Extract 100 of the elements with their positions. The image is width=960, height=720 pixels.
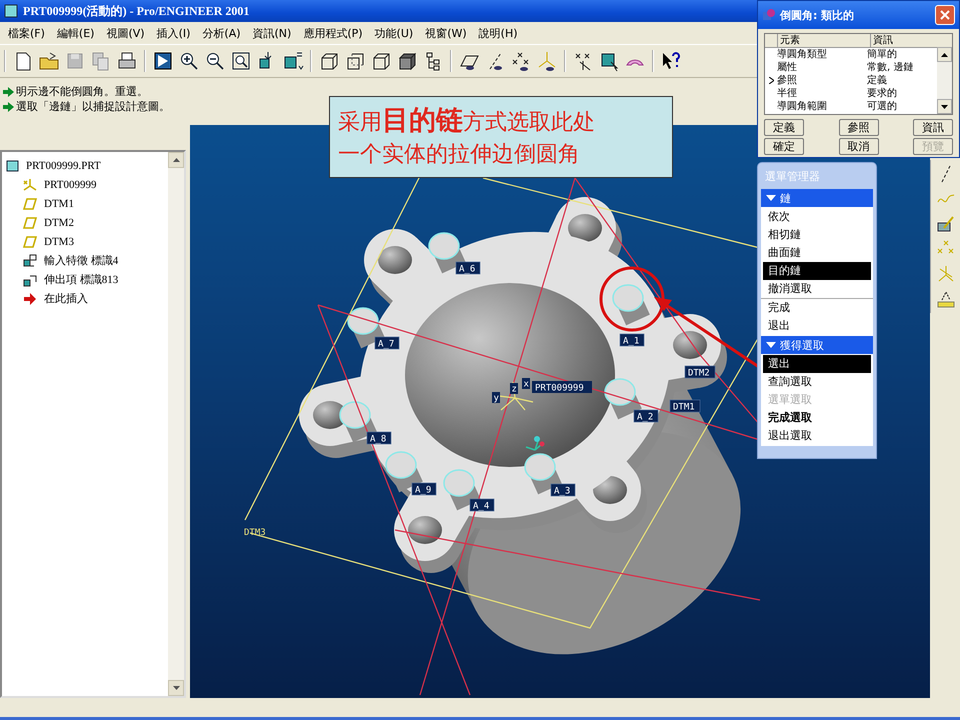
app-icon xyxy=(4,4,18,18)
scrollbar[interactable] xyxy=(937,34,952,114)
saved-views-icon[interactable] xyxy=(282,50,304,72)
tree-item[interactable]: 在此插入 xyxy=(44,291,88,306)
dialog-button[interactable]: 取消 xyxy=(838,138,878,155)
boss-drawing xyxy=(612,284,650,326)
section-title: 鏈 xyxy=(780,190,791,206)
zoom-in-icon[interactable] xyxy=(178,50,200,72)
arrow-icon xyxy=(3,102,14,112)
datum-label: DTM3 xyxy=(244,528,266,538)
message-text: 明示邊不能倒圓角。重選。 xyxy=(16,84,148,99)
menu-item[interactable]: 功能(U) xyxy=(368,26,420,40)
tree-item[interactable]: DTM2 xyxy=(44,216,74,228)
menu-option[interactable]: 撤消選取 xyxy=(763,280,871,298)
scrollbar[interactable] xyxy=(168,152,184,696)
section-header[interactable]: 獲得選取 xyxy=(761,336,873,354)
element-info: 定義 xyxy=(867,74,888,87)
datum-plane-icon xyxy=(22,214,38,230)
scroll-up-icon xyxy=(172,158,180,162)
menu-item[interactable]: 說明(H) xyxy=(472,26,524,40)
menu-option[interactable]: 查詢選取 xyxy=(763,373,871,391)
datum-plane-icon xyxy=(22,196,38,212)
menu-option[interactable]: 目的鏈 xyxy=(763,262,871,280)
menu-item[interactable]: 應用程式(P) xyxy=(297,26,369,40)
axis-label: A_2 xyxy=(634,410,658,422)
datum-plane-icon xyxy=(22,234,38,250)
axis-label: DTM1 xyxy=(670,400,700,412)
current-marker-icon xyxy=(768,77,774,84)
collapse-icon xyxy=(766,195,776,201)
dialog-button[interactable]: 資訊 xyxy=(913,119,953,136)
menu-option[interactable]: 完成選取 xyxy=(763,409,871,427)
zoom-fit-icon[interactable] xyxy=(230,50,252,72)
menu-item[interactable]: 視圖(V) xyxy=(100,26,151,40)
window-title: PRT009999(活動的) - Pro/ENGINEER 2001 xyxy=(23,2,250,20)
arrow-icon xyxy=(3,86,14,96)
import-feature-icon xyxy=(22,252,38,268)
element-name[interactable]: 導圓角類型 xyxy=(777,48,867,61)
help-icon[interactable] xyxy=(660,50,682,72)
menu-option[interactable]: 依次 xyxy=(763,208,871,226)
menu-option[interactable]: 選出 xyxy=(763,355,871,373)
tree-item[interactable]: 輸入特徵 標識4 xyxy=(44,253,118,268)
tree-item[interactable]: PRT009999.PRT xyxy=(26,160,101,172)
section-title: 獲得選取 xyxy=(780,338,824,352)
axis-label: DTM2 xyxy=(684,366,716,378)
close-button[interactable] xyxy=(935,5,955,25)
menu-item[interactable]: 編輯(E) xyxy=(50,26,100,40)
menu-option[interactable]: 完成 xyxy=(763,299,871,317)
element-name[interactable]: 屬性 xyxy=(777,61,867,74)
axis-letter: z xyxy=(510,383,518,394)
menu-option[interactable]: 曲面鏈 xyxy=(763,244,871,262)
folder-icon[interactable] xyxy=(38,50,60,72)
part-icon xyxy=(6,158,20,172)
dialog-button[interactable]: 確定 xyxy=(764,138,804,155)
panel-title: 選單管理器 xyxy=(764,169,821,185)
menu-item[interactable]: 分析(A) xyxy=(196,26,247,40)
dialog-button[interactable]: 參照 xyxy=(838,119,878,136)
section-header[interactable]: 鏈 xyxy=(761,189,873,207)
message-text: 選取「邊鏈」以捕捉設計意圖。 xyxy=(16,99,170,114)
dialog-icon xyxy=(762,8,776,22)
highlight-circle xyxy=(600,266,664,332)
dialog-button[interactable]: 定義 xyxy=(764,119,804,136)
element-name[interactable]: 半徑 xyxy=(777,87,867,100)
element-name[interactable]: 參照 xyxy=(777,74,867,87)
tree-item[interactable]: 伸出項 標識813 xyxy=(44,272,118,287)
axis-label: A_8 xyxy=(366,432,392,444)
tree-item[interactable]: DTM1 xyxy=(44,198,74,210)
menu-item[interactable]: 檔案(F) xyxy=(2,26,51,40)
scroll-down-icon xyxy=(941,104,948,108)
collapse-icon xyxy=(766,342,776,348)
element-info: 要求的 xyxy=(867,87,898,100)
menu-item[interactable]: 視窗(W) xyxy=(419,26,473,40)
scroll-up-icon xyxy=(941,52,948,56)
menu-option[interactable]: 退出選取 xyxy=(763,427,871,445)
zoom-out-icon[interactable] xyxy=(204,50,226,72)
axis-label: A_6 xyxy=(456,262,480,274)
axis-label: A_4 xyxy=(470,498,494,512)
repaint-icon[interactable] xyxy=(152,50,174,72)
menu-option[interactable]: 相切鏈 xyxy=(763,226,871,244)
element-info: 簡單的 xyxy=(867,48,898,61)
tree-item[interactable]: PRT009999 xyxy=(44,178,97,190)
menu-item[interactable]: 插入(I) xyxy=(150,26,196,40)
spin-center-icon xyxy=(525,436,544,451)
axis-letter: x xyxy=(522,378,530,390)
dialog-title: 倒圓角: 類比的 xyxy=(780,8,856,22)
element-name[interactable]: 導圓角範圍 xyxy=(777,100,867,113)
scroll-down-icon xyxy=(172,686,180,690)
sketch-tool-icon[interactable] xyxy=(936,214,956,234)
csys-icon[interactable] xyxy=(536,50,558,72)
column-header: 元素 xyxy=(777,34,870,47)
axis-label: A_9 xyxy=(412,482,436,496)
analysis-icon[interactable] xyxy=(936,289,956,309)
tree-item[interactable]: DTM3 xyxy=(44,236,74,248)
insert-arrow-icon xyxy=(22,290,38,306)
axis-label: A_1 xyxy=(620,334,644,346)
menu-item[interactable]: 資訊(N) xyxy=(246,26,298,40)
csys-icon xyxy=(22,176,38,192)
menu-option[interactable]: 退出 xyxy=(763,317,871,335)
shaded-cube-icon[interactable] xyxy=(396,50,418,72)
axis-label: A_7 xyxy=(374,336,400,350)
callout-text: 一个实体的拉伸边倒圆角 xyxy=(338,141,581,169)
